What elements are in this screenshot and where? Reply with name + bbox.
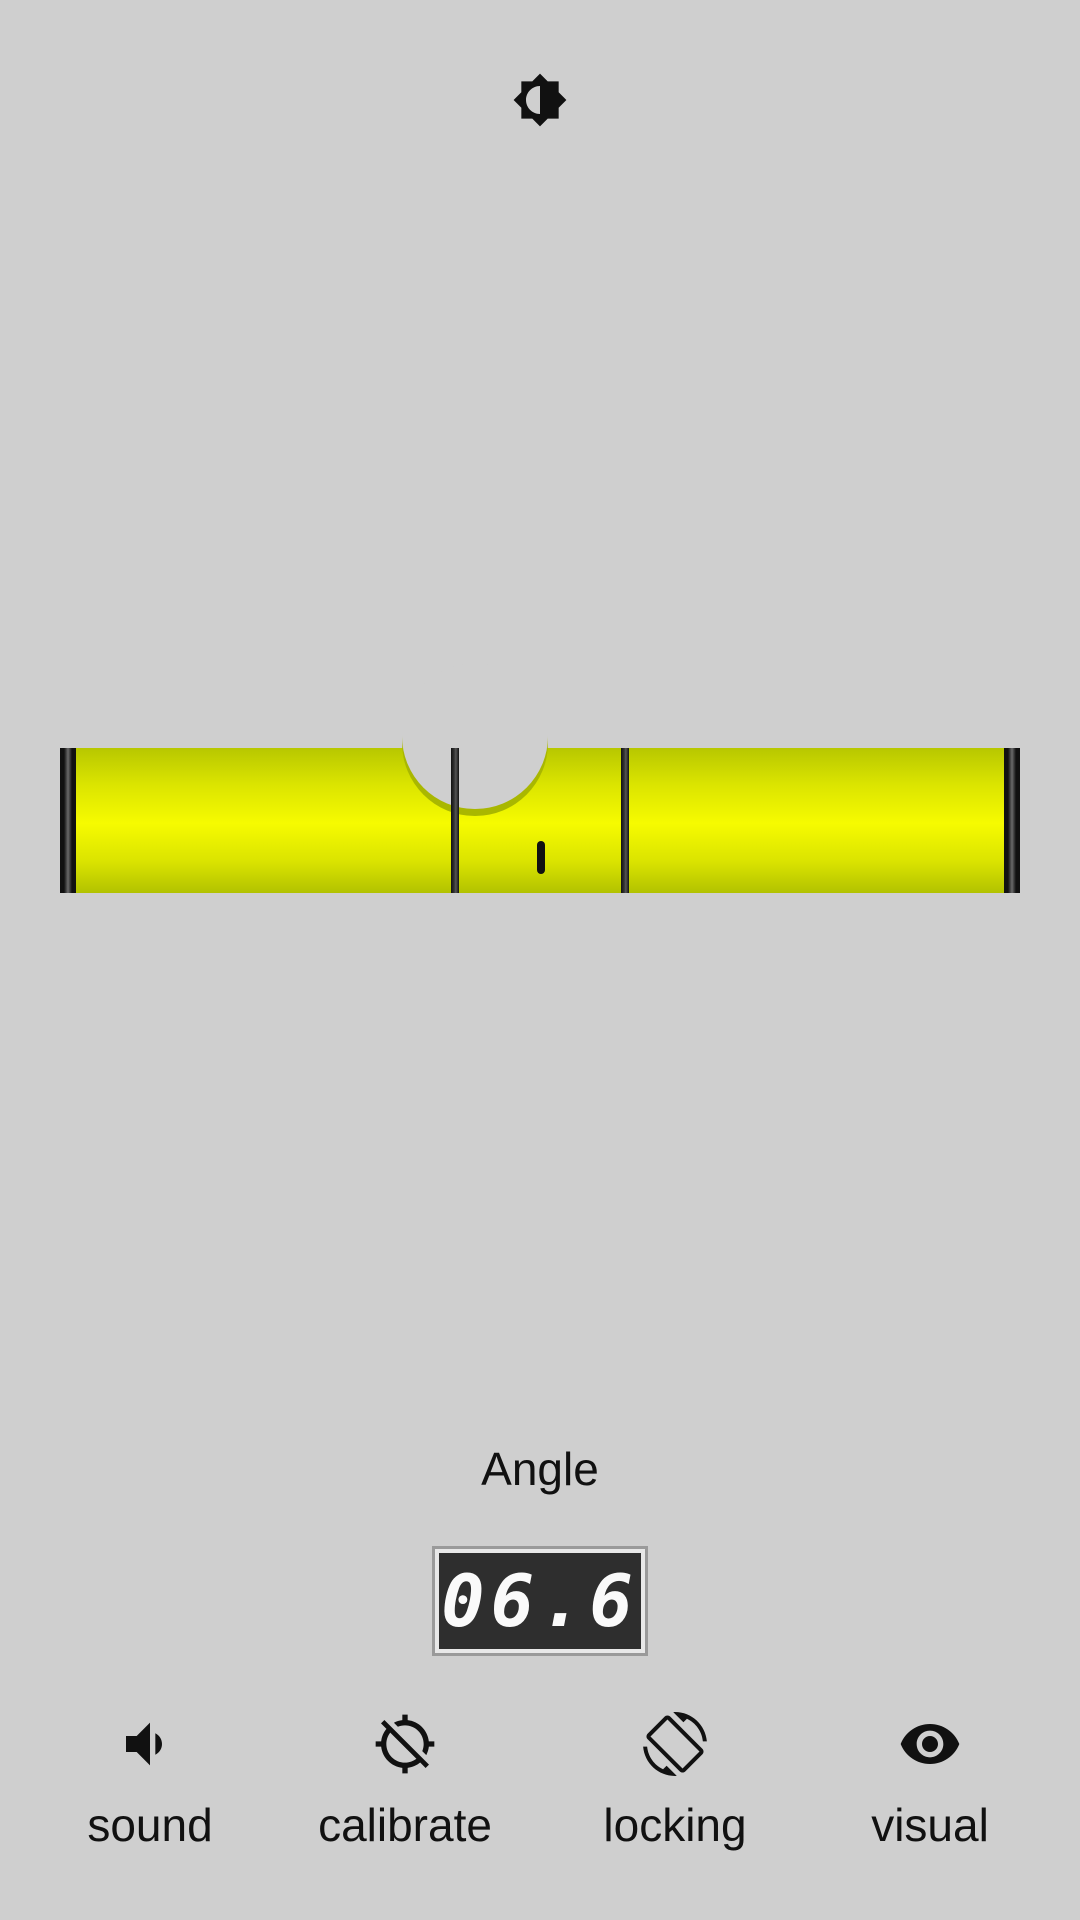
- visual-label: visual: [871, 1799, 989, 1851]
- brightness-icon: [513, 73, 567, 127]
- center-tick: [537, 841, 545, 874]
- tube-end-cap-right: [1004, 748, 1020, 893]
- locking-button[interactable]: locking: [565, 1712, 785, 1882]
- calibrate-button[interactable]: calibrate: [295, 1712, 515, 1882]
- brightness-button[interactable]: [506, 72, 574, 128]
- bottom-toolbar: sound calibrate locking visual: [0, 1712, 1080, 1892]
- level-bubble: [402, 663, 548, 809]
- bubble-level: [60, 648, 1020, 893]
- tube-end-cap-left: [60, 748, 76, 893]
- eye-icon: [900, 1724, 960, 1764]
- angle-value: 06.6: [441, 1559, 639, 1643]
- screen-rotation-lock-icon: [643, 1712, 707, 1776]
- calibrate-label: calibrate: [318, 1799, 492, 1851]
- sound-label: sound: [87, 1799, 213, 1851]
- angle-label: Angle: [481, 1443, 599, 1495]
- sound-button[interactable]: sound: [40, 1712, 260, 1882]
- level-marker-right: [621, 748, 629, 893]
- visual-button[interactable]: visual: [820, 1712, 1040, 1882]
- locking-label: locking: [603, 1799, 747, 1851]
- volume-icon: [126, 1722, 162, 1766]
- level-marker-left: [451, 748, 459, 893]
- angle-display: 06.6: [432, 1546, 648, 1656]
- calibrate-icon: [375, 1714, 435, 1774]
